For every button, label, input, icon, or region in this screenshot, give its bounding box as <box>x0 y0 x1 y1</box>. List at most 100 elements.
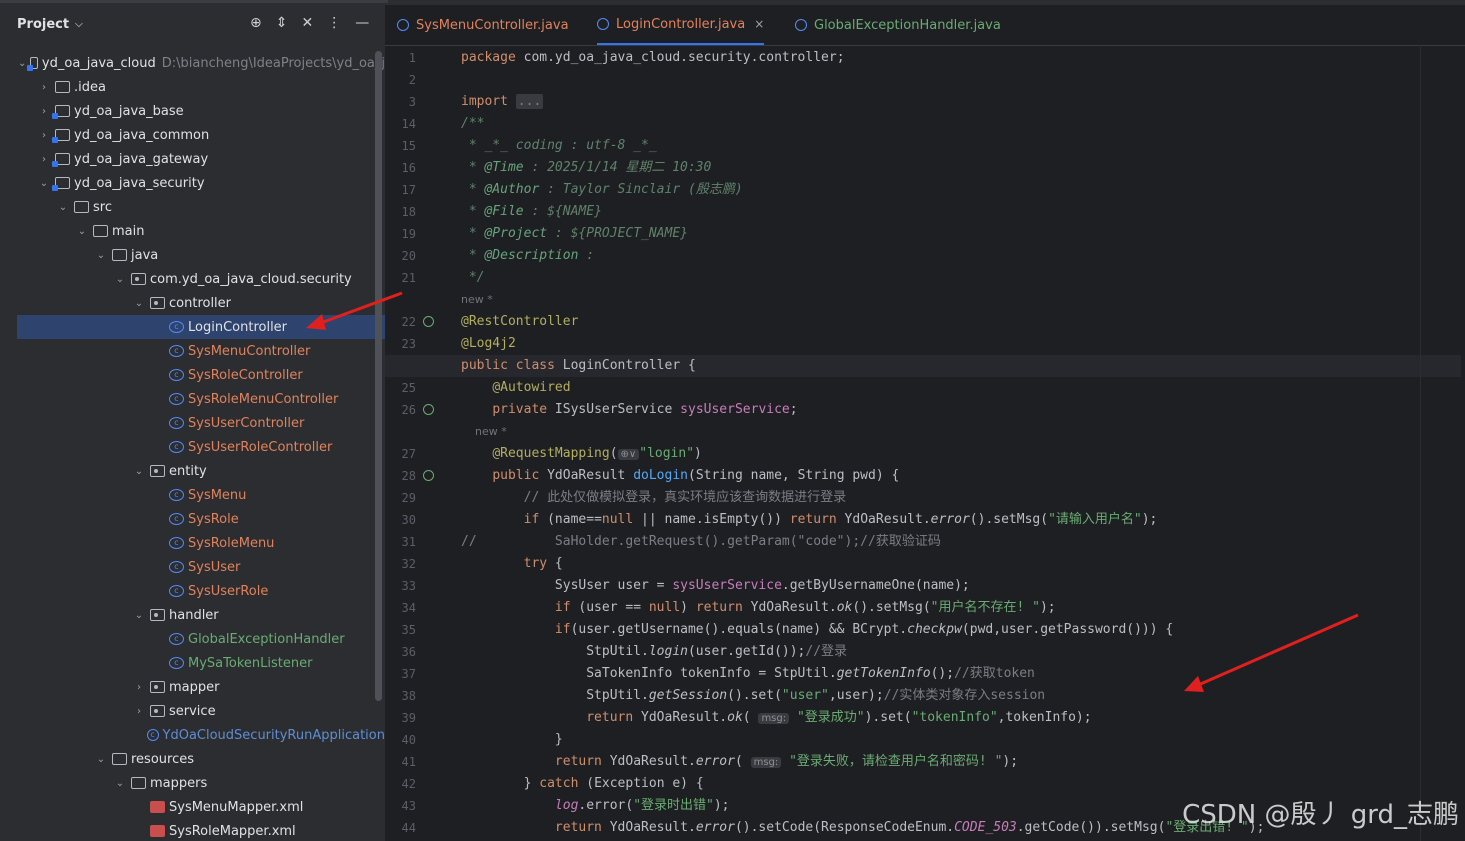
editor-tab[interactable]: SysMenuController.java <box>397 5 569 45</box>
hide-panel-icon[interactable]: — <box>355 15 369 31</box>
tree-item[interactable]: › service <box>0 699 385 723</box>
tree-item[interactable]: c SysUserRole <box>0 579 385 603</box>
collapse-all-icon[interactable]: ✕ <box>301 15 313 31</box>
bean-gutter-icon[interactable] <box>423 404 434 415</box>
tree-item[interactable]: c SysMenuController <box>0 339 385 363</box>
tree-item[interactable]: ⌄ com.yd_oa_java_cloud.security <box>0 267 385 291</box>
tree-item[interactable]: c MySaTokenListener <box>0 651 385 675</box>
tree-item[interactable]: › yd_oa_java_common <box>0 123 385 147</box>
code-line[interactable]: public YdOaResult doLogin(String name, S… <box>461 465 1461 487</box>
chevron-down-icon[interactable]: ⌵ <box>75 19 83 30</box>
chevron-down-icon[interactable]: ⌄ <box>94 250 108 261</box>
code-line[interactable]: */ <box>461 267 1461 289</box>
tree-item[interactable]: c LoginController <box>17 315 385 339</box>
code-line[interactable]: return YdOaResult.ok( msg: "登录成功").set("… <box>461 707 1461 729</box>
chevron-down-icon[interactable]: ⌄ <box>18 58 26 69</box>
code-line[interactable]: @RestController <box>461 311 1461 333</box>
tree-item[interactable]: SysMenuMapper.xml <box>0 795 385 819</box>
code-line[interactable]: @RequestMapping(⊕∨ "login") <box>461 443 1461 465</box>
code-line[interactable]: * @Time : 2025/1/14 星期二 10:30 <box>461 157 1461 179</box>
code-line[interactable]: SysUser user = sysUserService.getByUsern… <box>461 575 1461 597</box>
tree-item[interactable]: c SysRoleController <box>0 363 385 387</box>
tree-item[interactable]: ⌄ src <box>0 195 385 219</box>
code-line[interactable] <box>461 69 1461 91</box>
code-line[interactable]: @Autowired <box>461 377 1461 399</box>
chevron-down-icon[interactable]: ⌄ <box>94 754 108 765</box>
code-line[interactable]: // 此处仅做模拟登录，真实环境应该查询数据进行登录 <box>461 487 1461 509</box>
tree-item[interactable]: c GlobalExceptionHandler <box>0 627 385 651</box>
chevron-right-icon[interactable]: › <box>37 154 51 165</box>
tree-item[interactable]: c SysRoleMenuController <box>0 387 385 411</box>
tree-item[interactable]: ⌄ main <box>0 219 385 243</box>
more-options-icon[interactable]: ⋮ <box>327 15 341 31</box>
tree-item-label: java <box>131 247 159 263</box>
code-line[interactable]: public class LoginController { <box>385 355 1461 377</box>
tree-item[interactable]: › .idea <box>0 75 385 99</box>
code-line[interactable]: if(user.getUsername().equals(name) && BC… <box>461 619 1461 641</box>
tree-item[interactable]: ⌄ yd_oa_java_security <box>0 171 385 195</box>
code-line[interactable]: // SaHolder.getRequest().getParam("code"… <box>461 531 1461 553</box>
tree-item[interactable]: c SysUserRoleController <box>0 435 385 459</box>
code-line[interactable]: private ISysUserService sysUserService; <box>461 399 1461 421</box>
tree-item[interactable]: c YdOaCloudSecurityRunApplication <box>0 723 385 747</box>
tree-item[interactable]: ⌄ entity <box>0 459 385 483</box>
close-icon[interactable]: × <box>754 17 764 31</box>
code-line[interactable]: * @Description : <box>461 245 1461 267</box>
tree-item[interactable]: c SysUserController <box>0 411 385 435</box>
code-line[interactable]: @Log4j2 <box>461 333 1461 355</box>
code-line[interactable]: import ... <box>461 91 1461 113</box>
locate-icon[interactable]: ⊕ <box>250 15 262 31</box>
code-line[interactable]: StpUtil.getSession().set("user",user);//… <box>461 685 1461 707</box>
chevron-down-icon[interactable]: ⌄ <box>75 226 89 237</box>
tree-item[interactable]: ⌄ java <box>0 243 385 267</box>
code-area[interactable]: package com.yd_oa_java_cloud.security.co… <box>385 47 1461 839</box>
tree-item[interactable]: › mapper <box>0 675 385 699</box>
tree-item[interactable]: ⌄ mappers <box>0 771 385 795</box>
code-line[interactable]: * @Author : Taylor Sinclair (殷志鹏) <box>461 179 1461 201</box>
tree-item[interactable]: ⌄ yd_oa_java_cloud D:\biancheng\IdeaProjec… <box>0 51 385 75</box>
chevron-down-icon[interactable]: ⌄ <box>113 778 127 789</box>
code-line[interactable]: package com.yd_oa_java_cloud.security.co… <box>461 47 1461 69</box>
chevron-down-icon[interactable]: ⌄ <box>113 274 127 285</box>
code-line[interactable]: * @Project : ${PROJECT_NAME} <box>461 223 1461 245</box>
code-line[interactable]: return YdOaResult.error( msg: "登录失败，请检查用… <box>461 751 1461 773</box>
expand-all-icon[interactable]: ⇕ <box>276 15 288 31</box>
code-line[interactable]: /** <box>461 113 1461 135</box>
code-line[interactable]: SaTokenInfo tokenInfo = StpUtil.getToken… <box>461 663 1461 685</box>
code-line[interactable]: new * <box>461 421 1461 443</box>
chevron-right-icon[interactable]: › <box>37 82 51 93</box>
tree-item[interactable]: c SysRole <box>0 507 385 531</box>
code-line[interactable]: * @File : ${NAME} <box>461 201 1461 223</box>
code-line[interactable]: if (user == null) return YdOaResult.ok()… <box>461 597 1461 619</box>
tree-item[interactable]: c SysMenu <box>0 483 385 507</box>
chevron-right-icon[interactable]: › <box>132 682 146 693</box>
code-line[interactable]: } <box>461 729 1461 751</box>
tree-item[interactable]: c SysRoleMenu <box>0 531 385 555</box>
tree-item[interactable]: ⌄ resources <box>0 747 385 771</box>
chevron-down-icon[interactable]: ⌄ <box>56 202 70 213</box>
code-line[interactable]: } catch (Exception e) { <box>461 773 1461 795</box>
chevron-right-icon[interactable]: › <box>132 706 146 717</box>
project-scrollbar[interactable] <box>375 51 382 701</box>
chevron-down-icon[interactable]: ⌄ <box>37 178 51 189</box>
editor-tab[interactable]: LoginController.java × <box>597 5 765 45</box>
chevron-down-icon[interactable]: ⌄ <box>132 610 146 621</box>
bean-gutter-icon[interactable] <box>423 316 434 327</box>
code-line[interactable]: * _*_ coding : utf-8 _*_ <box>461 135 1461 157</box>
code-line[interactable]: if (name==null || name.isEmpty()) return… <box>461 509 1461 531</box>
code-line[interactable]: try { <box>461 553 1461 575</box>
chevron-down-icon[interactable]: ⌄ <box>132 298 146 309</box>
chevron-down-icon[interactable]: ⌄ <box>132 466 146 477</box>
code-line[interactable]: StpUtil.login(user.getId());//登录 <box>461 641 1461 663</box>
tree-item[interactable]: › yd_oa_java_gateway <box>0 147 385 171</box>
tree-item[interactable]: › yd_oa_java_base <box>0 99 385 123</box>
tree-item[interactable]: ⌄ controller <box>0 291 385 315</box>
code-line[interactable]: new * <box>461 289 1461 311</box>
editor-tab[interactable]: GlobalExceptionHandler.java <box>795 5 1001 45</box>
chevron-right-icon[interactable]: › <box>37 106 51 117</box>
tree-item[interactable]: SysRoleMapper.xml <box>0 819 385 841</box>
chevron-right-icon[interactable]: › <box>37 130 51 141</box>
bean-gutter-icon[interactable] <box>423 470 434 481</box>
tree-item[interactable]: ⌄ handler <box>0 603 385 627</box>
tree-item[interactable]: c SysUser <box>0 555 385 579</box>
